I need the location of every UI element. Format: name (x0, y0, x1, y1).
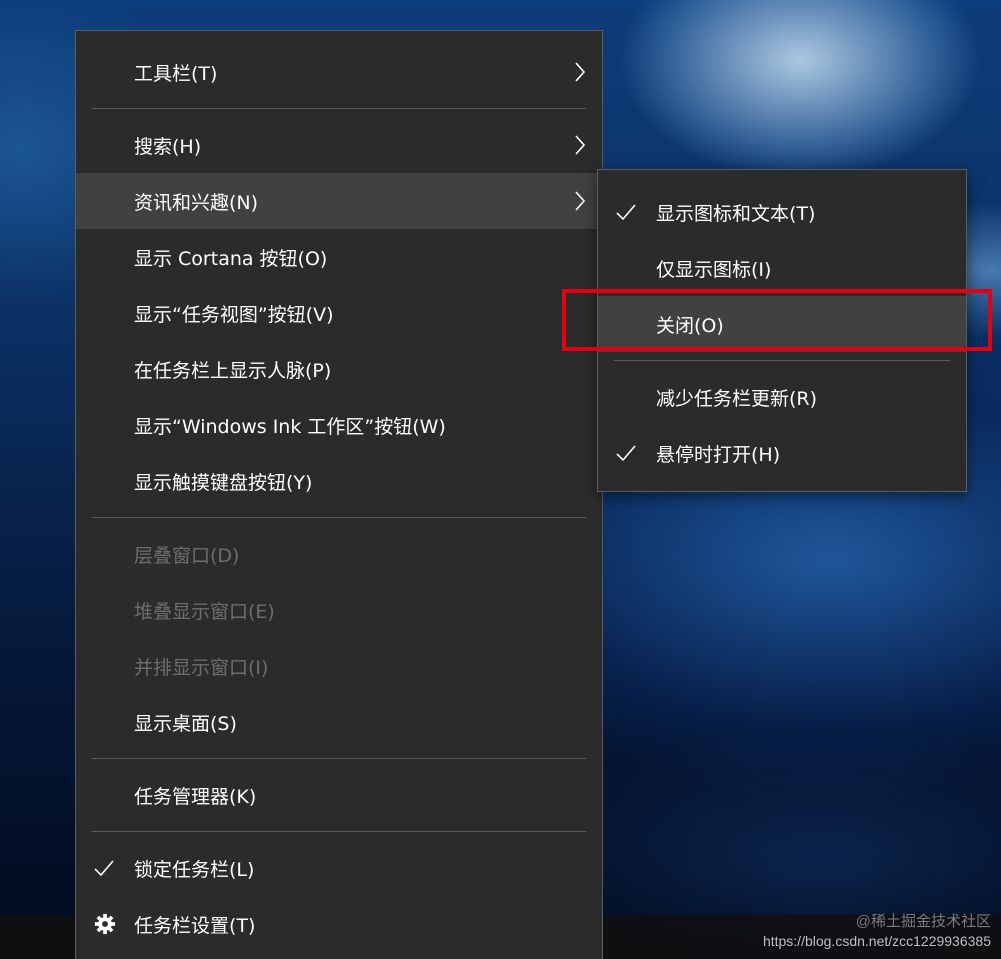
menu-item-label: 资讯和兴趣(N) (134, 191, 259, 214)
menu-separator (76, 100, 602, 117)
menu-item-cascade: 层叠窗口(D) (76, 526, 602, 582)
menu-item-label: 显示“任务视图”按钮(V) (134, 303, 334, 326)
menu-item-side-by-side: 并排显示窗口(I) (76, 638, 602, 694)
menu-separator (76, 823, 602, 840)
menu-item-taskbar-settings[interactable]: 任务栏设置(T) (76, 896, 602, 952)
news-interests-submenu: 显示图标和文本(T) 仅显示图标(I) 关闭(O) 减少任务栏更新(R) 悬停时… (597, 169, 967, 492)
menu-item-show-desktop[interactable]: 显示桌面(S) (76, 694, 602, 750)
submenu-item-show-icon-only[interactable]: 仅显示图标(I) (598, 240, 966, 296)
menu-item-label: 任务管理器(K) (134, 785, 257, 808)
checkmark-icon (616, 445, 636, 462)
gear-icon (94, 913, 116, 935)
chevron-right-icon (575, 62, 586, 82)
chevron-right-icon (575, 191, 586, 211)
menu-item-label: 显示图标和文本(T) (656, 202, 816, 225)
menu-item-label: 搜索(H) (134, 135, 202, 158)
menu-item-show-touch-keyboard[interactable]: 显示触摸键盘按钮(Y) (76, 453, 602, 509)
menu-separator (76, 509, 602, 526)
menu-item-label: 显示“Windows Ink 工作区”按钮(W) (134, 415, 446, 438)
menu-item-label: 关闭(O) (656, 314, 724, 337)
menu-item-label: 并排显示窗口(I) (134, 656, 269, 679)
menu-item-news-interests[interactable]: 资讯和兴趣(N) (76, 173, 602, 229)
menu-item-show-task-view[interactable]: 显示“任务视图”按钮(V) (76, 285, 602, 341)
menu-separator (76, 750, 602, 767)
menu-item-stack: 堆叠显示窗口(E) (76, 582, 602, 638)
menu-item-label: 悬停时打开(H) (656, 443, 781, 466)
menu-item-label: 仅显示图标(I) (656, 258, 772, 281)
menu-item-show-people[interactable]: 在任务栏上显示人脉(P) (76, 341, 602, 397)
menu-item-search[interactable]: 搜索(H) (76, 117, 602, 173)
menu-item-label: 显示触摸键盘按钮(Y) (134, 471, 313, 494)
menu-item-show-cortana[interactable]: 显示 Cortana 按钮(O) (76, 229, 602, 285)
menu-separator (598, 352, 966, 369)
checkmark-icon (94, 860, 114, 877)
menu-item-label: 锁定任务栏(L) (134, 858, 255, 881)
menu-item-label: 显示桌面(S) (134, 712, 237, 735)
menu-item-label: 工具栏(T) (134, 62, 218, 85)
watermark-site: @稀土掘金技术社区 (855, 913, 991, 930)
watermark-url: https://blog.csdn.net/zcc1229936385 (762, 933, 991, 949)
menu-item-label: 显示 Cortana 按钮(O) (134, 247, 328, 270)
submenu-item-turn-off[interactable]: 关闭(O) (598, 296, 966, 352)
menu-item-label: 减少任务栏更新(R) (656, 387, 818, 410)
menu-item-lock-taskbar[interactable]: 锁定任务栏(L) (76, 840, 602, 896)
submenu-item-show-icon-text[interactable]: 显示图标和文本(T) (598, 184, 966, 240)
menu-item-toolbars[interactable]: 工具栏(T) (76, 44, 602, 100)
menu-item-label: 在任务栏上显示人脉(P) (134, 359, 332, 382)
checkmark-icon (616, 204, 636, 221)
menu-item-task-manager[interactable]: 任务管理器(K) (76, 767, 602, 823)
submenu-item-open-on-hover[interactable]: 悬停时打开(H) (598, 425, 966, 481)
taskbar-context-menu: 工具栏(T) 搜索(H) 资讯和兴趣(N) 显示 Cortana 按钮(O) 显… (75, 30, 603, 959)
chevron-right-icon (575, 135, 586, 155)
submenu-item-reduce-updates[interactable]: 减少任务栏更新(R) (598, 369, 966, 425)
menu-item-label: 任务栏设置(T) (134, 914, 256, 937)
menu-item-label: 堆叠显示窗口(E) (134, 600, 275, 623)
menu-item-label: 层叠窗口(D) (134, 544, 240, 567)
menu-item-show-ink[interactable]: 显示“Windows Ink 工作区”按钮(W) (76, 397, 602, 453)
